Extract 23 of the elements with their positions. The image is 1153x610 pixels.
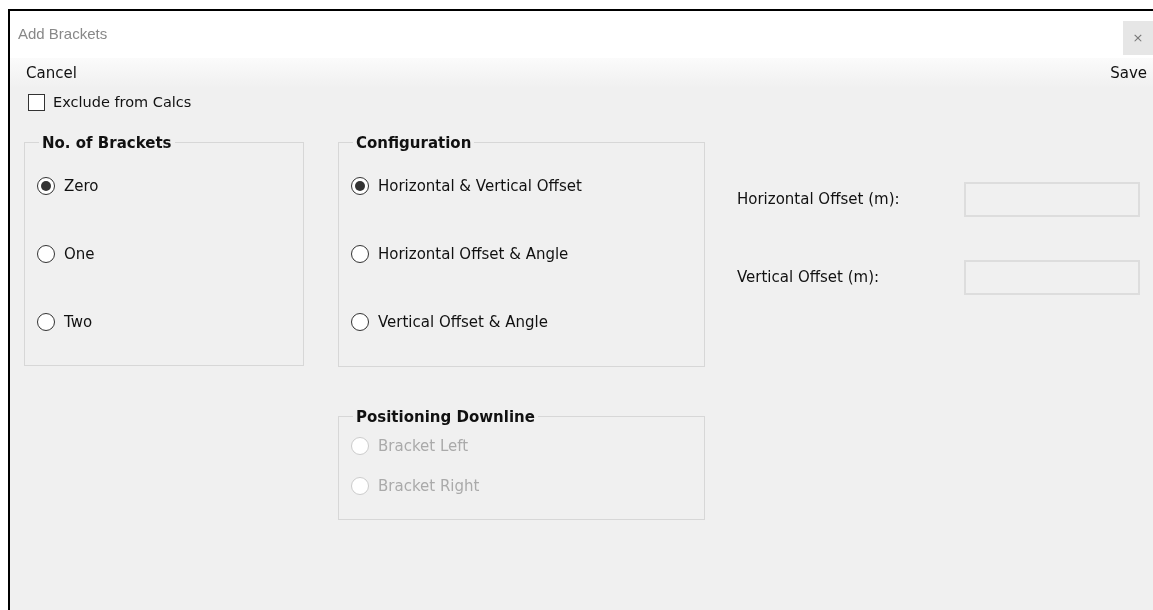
radio-option[interactable]: Horizontal Offset & Angle (351, 219, 569, 288)
radio-option[interactable]: One (37, 219, 95, 288)
group-title: Configuration (355, 133, 473, 152)
radio-button[interactable] (37, 312, 55, 331)
field-label: Vertical Offset (m): (737, 267, 881, 288)
radio-button[interactable] (351, 176, 369, 195)
field-label: Horizontal Offset (m): (737, 189, 901, 210)
group-title: No. of Brackets (41, 133, 173, 152)
checkbox[interactable] (28, 94, 45, 112)
radio-button[interactable] (351, 312, 369, 331)
cancel-button[interactable]: Cancel (26, 61, 77, 85)
radio-button[interactable] (37, 176, 55, 195)
radio-option[interactable]: Vertical Offset & Angle (351, 287, 548, 356)
radio-button[interactable] (351, 244, 369, 263)
checkbox-label: Exclude from Calcs (53, 93, 192, 112)
group-title: Positioning Downline (355, 407, 536, 426)
radio-option[interactable]: Horizontal & Vertical Offset (351, 151, 582, 220)
save-button[interactable]: Save (1110, 61, 1147, 85)
radio-option[interactable]: Zero (37, 151, 99, 220)
radio-option[interactable]: Two (37, 287, 93, 356)
window-title: Add Brackets (18, 24, 108, 45)
radio-button[interactable] (37, 244, 55, 263)
close-button[interactable]: × (1123, 20, 1153, 55)
